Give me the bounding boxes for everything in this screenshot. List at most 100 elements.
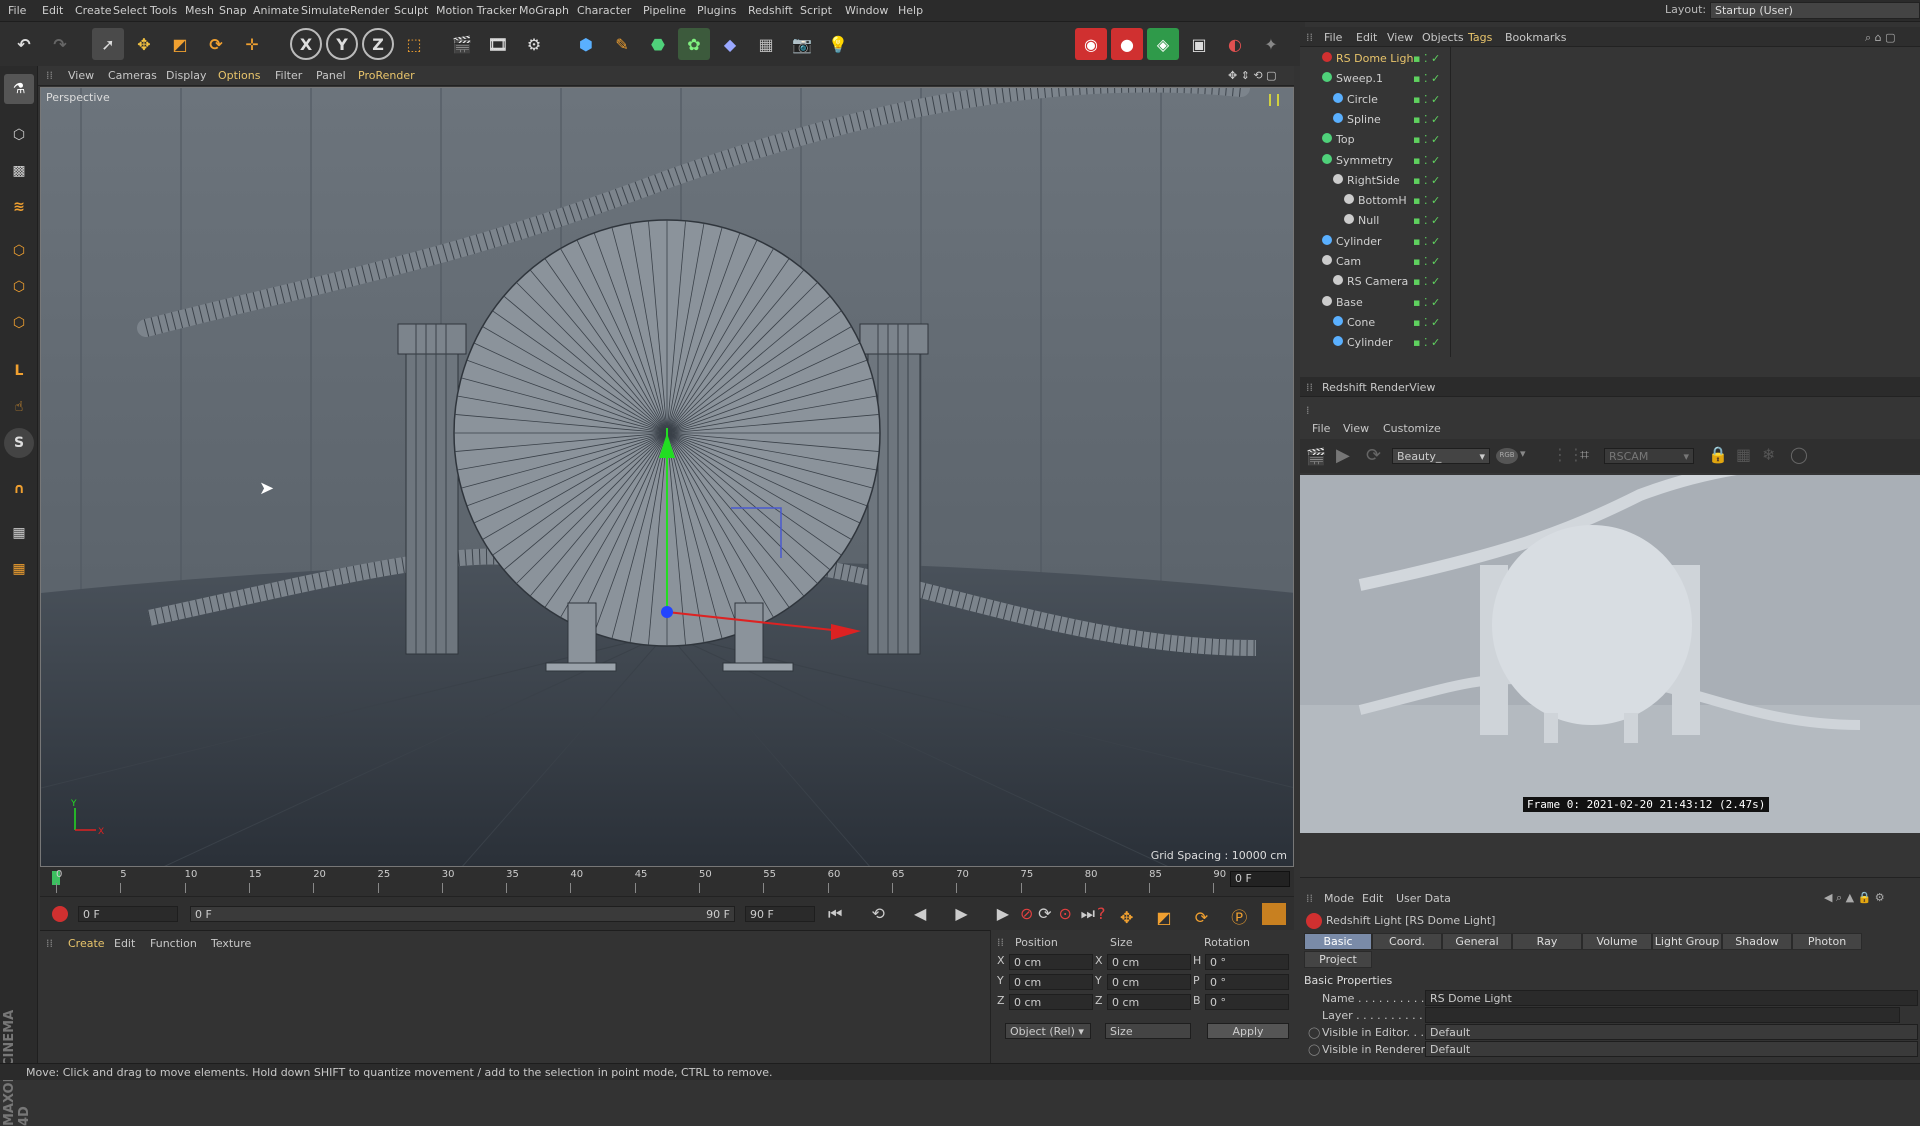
cube-icon[interactable]: ⬢ [570,28,602,60]
object-row[interactable]: Top ▪ ⁚ ✓ [1300,130,1920,150]
size-mode-dropdown[interactable]: Size [1105,1023,1191,1039]
tab-volume[interactable]: Volume [1582,933,1652,950]
position-field[interactable]: 0 cm [1009,974,1093,990]
menu-mograph[interactable]: MoGraph [519,4,569,17]
visibility-check-icon[interactable]: ▪ ⁚ ✓ [1413,275,1440,288]
aov-dropdown[interactable]: Beauty_ ▾ [1392,448,1490,464]
camera-dropdown[interactable]: RSCAM ▾ [1604,448,1694,464]
menu-help[interactable]: Help [898,4,923,17]
position-field[interactable]: 0 cm [1009,994,1093,1010]
light-icon[interactable]: 💡 [822,28,854,60]
move-tool-icon[interactable]: ✥ [128,28,160,60]
clapper-icon[interactable]: 🎬 [1306,447,1326,466]
y-axis-lock-icon[interactable]: Y [326,28,358,60]
radio-icon[interactable]: ◯ [1308,1043,1320,1056]
pen-icon[interactable]: ✎ [606,28,638,60]
tweak-mode-icon[interactable]: ☝ [4,392,34,422]
visibility-check-icon[interactable]: ▪ ⁚ ✓ [1413,93,1440,106]
menu-sculpt[interactable]: Sculpt [394,4,428,17]
texture-mode-icon[interactable]: ▩ [4,156,34,186]
tab-project[interactable]: Project [1304,951,1372,968]
material-menu-texture[interactable]: Texture [211,937,251,950]
renderview-menu-customize[interactable]: Customize [1383,422,1441,435]
menu-plugins[interactable]: Plugins [697,4,736,17]
tab-light-group[interactable]: Light Group [1652,933,1722,950]
visibility-check-icon[interactable]: ▪ ⁚ ✓ [1413,255,1440,268]
make-editable-icon[interactable]: ⚗ [4,74,34,104]
redo-icon[interactable]: ↷ [44,28,76,60]
object-row[interactable]: Cylinder ▪ ⁚ ✓ [1300,232,1920,252]
circle-icon[interactable]: ◯ [1790,445,1808,464]
sculpt-grid-icon[interactable]: ▦ [4,518,34,548]
menu-tools[interactable]: Tools [150,4,177,17]
attr-nav-icons[interactable]: ◀ ⌕ ▲ 🔒 ⚙ [1824,891,1885,905]
objects-menu-view[interactable]: View [1387,31,1413,44]
viewport-menu-prorender[interactable]: ProRender [358,69,415,82]
apply-button[interactable]: Apply [1207,1023,1289,1039]
record-icon[interactable] [52,906,68,922]
redshift-render-icon[interactable]: ◉ [1075,28,1107,60]
size-field[interactable]: 0 cm [1107,954,1191,970]
add-tool-icon[interactable]: ✛ [236,28,268,60]
position-field[interactable]: 0 cm [1009,954,1093,970]
material-menu-function[interactable]: Function [150,937,197,950]
keyframe-controls[interactable]: ⊘ ⊙ ? [1020,904,1115,923]
menu-file[interactable]: File [8,4,26,17]
viewport-menu-display[interactable]: Display [166,69,207,82]
size-field[interactable]: 0 cm [1107,994,1191,1010]
objects-menu-file[interactable]: File [1324,31,1342,44]
rotation-field[interactable]: 0 ° [1205,994,1289,1010]
redshift-material-icon[interactable]: ◈ [1147,28,1179,60]
radio-icon[interactable]: ◯ [1308,1026,1320,1039]
object-row[interactable]: Spline ▪ ⁚ ✓ [1300,110,1920,130]
magnet-icon[interactable]: ∩ [4,474,34,504]
object-search-icon[interactable]: ⌕ ⌂ ▢ [1865,31,1896,45]
visible-in-renderer-dropdown[interactable]: Default [1425,1041,1918,1057]
visibility-check-icon[interactable]: ▪ ⁚ ✓ [1413,214,1440,227]
viewport-menu-view[interactable]: View [68,69,94,82]
layer-field[interactable] [1425,1007,1900,1023]
viewport-menu-cameras[interactable]: Cameras [108,69,157,82]
render-settings-icon[interactable]: ⚙ [518,28,550,60]
objects-menu-objects[interactable]: Objects [1422,31,1464,44]
timeline-layout-icon[interactable] [1262,903,1286,925]
viewport-menu-options[interactable]: Options [218,69,260,82]
timeline-ruler[interactable]: 0 5 10 15 20 25 30 35 40 45 50 55 60 65 70 75 80 85 90 0 F [40,867,1294,896]
renderview-menu-file[interactable]: File [1312,422,1330,435]
visibility-check-icon[interactable]: ▪ ⁚ ✓ [1413,336,1440,349]
object-row[interactable]: RightSide ▪ ⁚ ✓ [1300,171,1920,191]
tab-coord[interactable]: Coord. [1372,933,1442,950]
name-field[interactable]: RS Dome Light [1425,990,1918,1006]
edges-mode-icon[interactable]: ⬡ [4,272,34,302]
snowflake-icon[interactable]: ❄ [1762,445,1775,464]
end-frame-field[interactable]: 90 F [745,906,815,922]
redshift-shape-icon[interactable]: ◐ [1219,28,1251,60]
visibility-check-icon[interactable]: ▪ ⁚ ✓ [1413,235,1440,248]
visibility-check-icon[interactable]: ▪ ⁚ ✓ [1413,52,1440,65]
visibility-check-icon[interactable]: ▪ ⁚ ✓ [1413,296,1440,309]
range-slider[interactable]: 0 F 90 F [190,906,735,922]
select-tool-icon[interactable]: ➚ [92,28,124,60]
tab-shadow[interactable]: Shadow [1722,933,1792,950]
chevron-down-icon[interactable]: ▾ [1520,447,1526,460]
menu-edit[interactable]: Edit [42,4,63,17]
floor-icon[interactable]: ▦ [750,28,782,60]
scale-tool-icon[interactable]: ◩ [164,28,196,60]
rotation-field[interactable]: 0 ° [1205,974,1289,990]
rgb-icon[interactable]: RGB [1496,448,1518,464]
redshift-ipr-icon[interactable]: ● [1111,28,1143,60]
menu-mesh[interactable]: Mesh [185,4,214,17]
menu-simulate[interactable]: Simulate [301,4,350,17]
object-row[interactable]: Cam ▪ ⁚ ✓ [1300,252,1920,272]
viewport-nav-icons[interactable]: ✥ ⇕ ⟲ ▢ [1228,69,1277,82]
render-preview-image[interactable]: Frame 0: 2021-02-20 21:43:12 (2.47s) [1300,475,1920,833]
undo-icon[interactable]: ↶ [8,28,40,60]
subdivision-icon[interactable]: ⬣ [642,28,674,60]
object-row[interactable]: RS Dome Ligh ▪ ⁚ ✓ [1300,49,1920,69]
menu-animate[interactable]: Animate [253,4,299,17]
current-frame-field[interactable]: 0 F [1230,871,1290,887]
rotate-tool-icon[interactable]: ⟳ [200,28,232,60]
object-row[interactable]: Cylinder ▪ ⁚ ✓ [1300,333,1920,353]
attr-menu-mode[interactable]: Mode [1324,892,1354,905]
menu-script[interactable]: Script [800,4,832,17]
